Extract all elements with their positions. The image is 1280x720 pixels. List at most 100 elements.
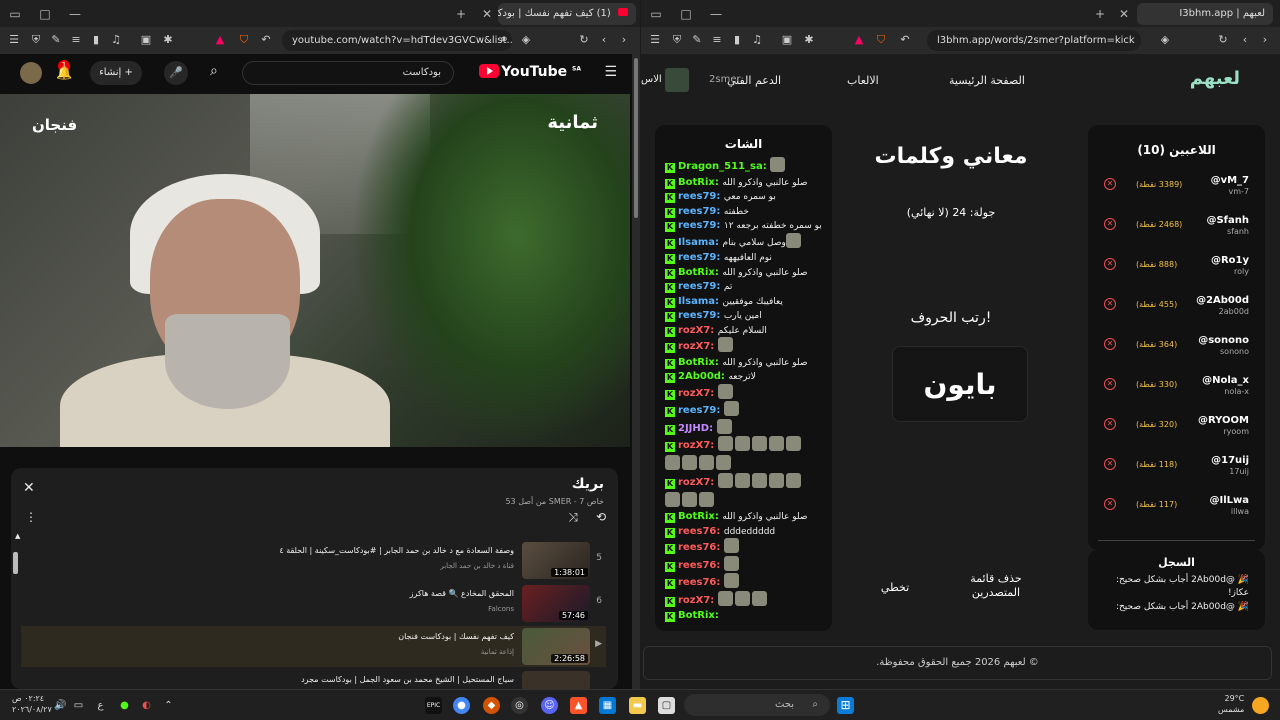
hamburger-icon[interactable]: ☰ [604,64,617,80]
pin-icon[interactable]: ✎ [48,32,64,48]
forward-icon[interactable]: › [1257,32,1273,48]
search-input[interactable]: بودكاست [242,61,454,85]
screenshot-icon[interactable]: ▣ [138,32,154,48]
loop-icon[interactable]: ⟲ [596,510,606,524]
new-tab-icon[interactable]: + [1091,5,1109,23]
list-item[interactable]: سياج المستحيل | الشيخ محمد بن سعود الجمل… [21,669,606,689]
menu-icon[interactable]: ☰ [6,32,22,48]
reload-icon[interactable]: ↻ [1215,32,1231,48]
store-icon[interactable]: ▦ [599,697,616,714]
restore-icon[interactable]: □ [677,5,695,23]
discord-icon[interactable]: ☺ [541,697,558,714]
list-icon[interactable]: ≡ [68,32,84,48]
start-icon[interactable]: ⊞ [837,697,854,714]
list-item-current[interactable]: 2:26:58 ▶ كيف تفهم نفسك | بودكاست فنجان … [21,626,606,667]
shield-icon[interactable]: ⛨ [28,32,44,48]
new-tab-icon[interactable]: + [452,5,470,23]
close-tab-icon[interactable]: ✕ [1115,5,1133,23]
kick-player-icon[interactable]: ✕ [1104,378,1116,390]
share-icon[interactable]: ↶ [897,32,913,48]
taskbar-clock[interactable]: ٠٢:٢٤ ص ٢٠٢٦/٠٨/٢٧ [12,693,52,715]
close-tab-icon[interactable]: ✕ [478,5,496,23]
scroll-thumb[interactable] [634,58,638,218]
brave-icon[interactable]: ▲ [570,697,587,714]
kick-player-icon[interactable]: ✕ [1104,498,1116,510]
screenshot-icon[interactable]: ▣ [779,32,795,48]
active-tab[interactable]: (1) كيف تفهم نفسك | بودكاست [498,3,636,25]
extension-icon[interactable]: ✱ [160,32,176,48]
tray-chevron-icon[interactable]: ⌃ [160,697,177,714]
kick-player-icon[interactable]: ✕ [1104,218,1116,230]
left-page-scrollbar[interactable] [632,54,640,689]
site-logo[interactable]: لعبهم [1190,68,1240,89]
chrome-icon[interactable]: ● [453,697,470,714]
kick-player-icon[interactable]: ✕ [1104,298,1116,310]
youtube-logo[interactable]: YouTube SA [479,64,581,80]
address-bar[interactable]: l3bhm.app/words/2smer?platform=kick [927,30,1141,51]
record-tray-icon[interactable]: ◐ [138,697,155,714]
playlist-scrollbar[interactable] [13,552,18,574]
search-icon[interactable]: ⌕ [210,63,218,79]
sidebar-toggle-icon[interactable]: ▭ [6,5,24,23]
taskbar-search[interactable]: بحث ⌕ [684,694,830,716]
reload-icon[interactable]: ↻ [576,32,592,48]
music-icon[interactable]: ♫ [749,32,765,48]
list-icon[interactable]: ≡ [709,32,725,48]
kick-player-icon[interactable]: ✕ [1104,458,1116,470]
back-icon[interactable]: ‹ [596,32,612,48]
avatar[interactable] [20,62,42,84]
kick-player-icon[interactable]: ✕ [1104,338,1116,350]
link-icon[interactable]: ⚭ [496,32,512,48]
restore-icon[interactable]: □ [36,5,54,23]
sidebar-toggle-icon[interactable]: ▭ [647,5,665,23]
app-icon[interactable]: ◆ [483,697,500,714]
shield-icon[interactable]: ⛨ [669,32,685,48]
address-bar[interactable]: youtube.com/watch?v=hdTdev3GVCw&list... [282,30,512,51]
active-tab[interactable]: لعبهم | I3bhm.app [1137,3,1273,25]
kick-player-icon[interactable]: ✕ [1104,418,1116,430]
user-avatar[interactable] [665,68,689,92]
network-icon[interactable]: ▭ [70,697,87,714]
bookmark-icon[interactable]: ◈ [518,32,534,48]
bookmark-icon[interactable]: ◈ [1157,32,1173,48]
language-indicator[interactable]: ع [92,697,109,714]
music-icon[interactable]: ♫ [108,32,124,48]
create-button[interactable]: إنشاء + [90,61,142,85]
skip-button[interactable]: تخطي [875,581,915,594]
file-explorer-icon[interactable]: ▬ [629,697,646,714]
nav-item-cut[interactable]: الاس [641,74,662,85]
mic-icon[interactable]: 🎤 [164,61,188,85]
extension-icon[interactable]: ✱ [801,32,817,48]
shuffle-icon[interactable]: ⤨ [568,510,578,525]
back-icon[interactable]: ‹ [1237,32,1253,48]
kick-player-icon[interactable]: ✕ [1104,258,1116,270]
mic-tray-icon[interactable]: ● [116,697,133,714]
task-view-icon[interactable]: ▢ [658,697,675,714]
list-item[interactable]: 1:38:01 5 وصفة السعادة مع د خالد بن حمد … [21,540,606,581]
brave-shield-icon[interactable]: ⛉ [873,32,889,48]
minimize-icon[interactable]: — [66,5,84,23]
clear-leaderboard-button[interactable]: حذف قائمة المتصدرين [961,572,1031,600]
video-player[interactable]: ثمانية فنجان [0,94,630,447]
close-playlist-icon[interactable]: ✕ [23,480,35,496]
nav-support[interactable]: الدعم الفني [727,74,781,87]
sidebar-icon[interactable]: ▮ [88,32,104,48]
nav-home[interactable]: الصفحة الرئيسية [949,74,1025,87]
scroll-up-icon[interactable]: ▲ [15,532,20,540]
nav-games[interactable]: الالعاب [847,74,879,87]
bell-icon[interactable]: 🔔 [56,66,72,81]
more-icon[interactable]: ⋮ [25,510,37,524]
brave-shield-icon[interactable]: ⛉ [236,32,252,48]
volume-icon[interactable]: 🔊 [52,697,69,714]
epic-games-icon[interactable]: EPIC [425,697,442,714]
share-icon[interactable]: ↶ [258,32,274,48]
list-item[interactable]: 57:46 6 المحقق المخادع 🔍 قصة هاكرز Falco… [21,583,606,624]
obs-icon[interactable]: ◎ [511,697,528,714]
sidebar-icon[interactable]: ▮ [729,32,745,48]
minimize-icon[interactable]: — [707,5,725,23]
forward-icon[interactable]: › [616,32,632,48]
brave-rewards-icon[interactable]: ▲ [212,32,228,48]
pin-icon[interactable]: ✎ [689,32,705,48]
weather-widget[interactable]: 29°C مشمس [1218,693,1244,715]
kick-player-icon[interactable]: ✕ [1104,178,1116,190]
